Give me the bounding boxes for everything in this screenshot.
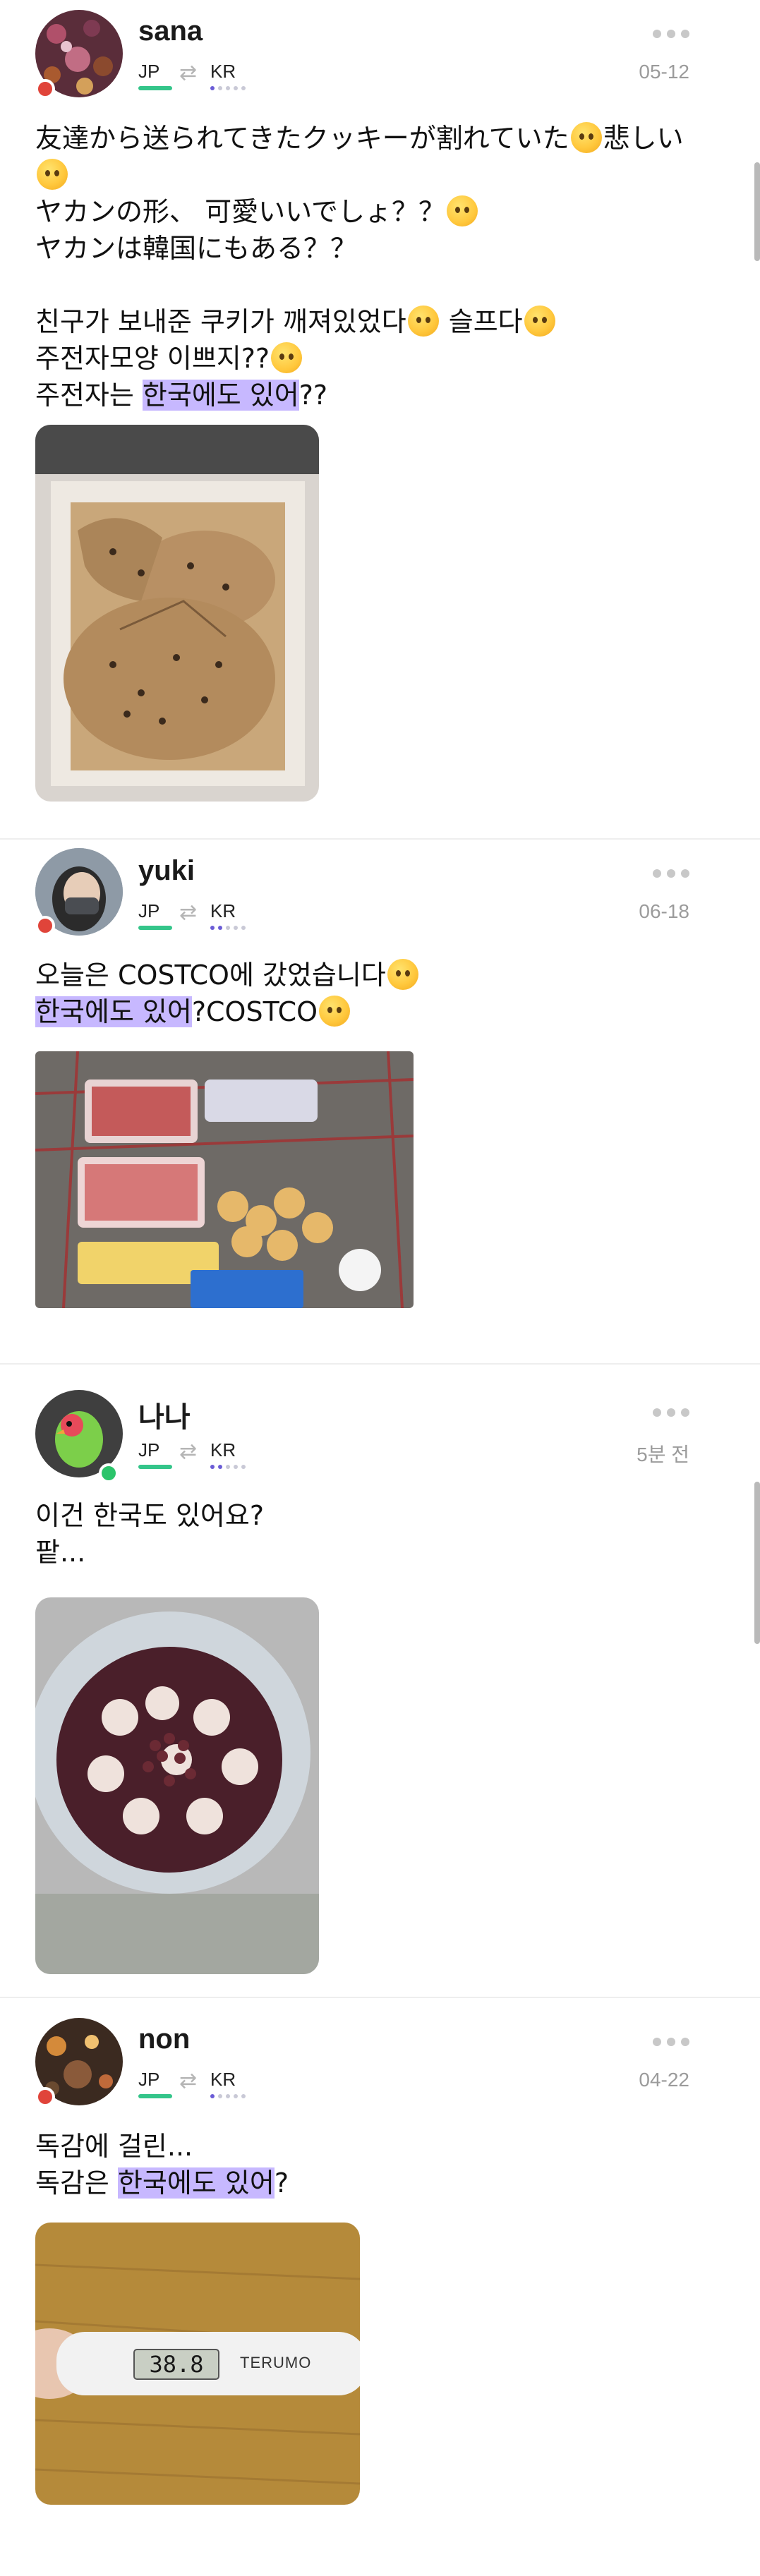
lang-to: KR (210, 61, 236, 82)
lang-from: JP (138, 900, 160, 921)
crying-face-icon (570, 122, 602, 153)
smiling-face-with-hearts-icon (446, 195, 478, 226)
more-options-icon[interactable] (653, 2038, 689, 2048)
jp-level-bar (138, 926, 172, 930)
post-image-thermometer[interactable]: 38.8 TERUMO (35, 2223, 360, 2505)
smiling-face-icon (319, 996, 351, 1027)
post-text: 이건 한국도 있어요? 팥... (35, 1500, 265, 1568)
presence-dot (99, 1463, 119, 1483)
thermometer-brand: TERUMO (240, 2354, 312, 2371)
lang-to: KR (210, 1439, 236, 1461)
presence-dot (35, 916, 55, 936)
post-divider (0, 1997, 760, 1998)
swap-icon: ⇄ (179, 2069, 198, 2093)
swap-icon: ⇄ (179, 61, 198, 85)
jp-level-bar (138, 86, 172, 90)
lang-to: KR (210, 2069, 236, 2090)
lang-to: KR (210, 900, 236, 921)
post-divider (0, 838, 760, 840)
scrollbar[interactable] (754, 1482, 760, 1644)
username[interactable]: non (138, 2024, 190, 2055)
presence-dot (35, 79, 55, 99)
highlighted-phrase[interactable]: 한국에도 있어 (117, 2167, 275, 2199)
lang-from: JP (138, 1439, 160, 1461)
kr-level-dots (210, 926, 253, 930)
pleading-face-icon (37, 159, 68, 190)
jp-level-bar (138, 1465, 172, 1469)
username[interactable]: sana (138, 16, 203, 47)
pleading-face-icon (524, 306, 555, 337)
post-text: 독감에 걸린... 독감은 한국에도 있어? (35, 2131, 289, 2199)
lang-from: JP (138, 2069, 160, 2090)
lang-from: JP (138, 61, 160, 82)
post-divider (0, 1363, 760, 1365)
post-text: 友達から送られてきたクッキーが割れていた 悲しい ヤカンの形、 可愛いいでしょ？？… (35, 122, 684, 411)
crying-face-icon (407, 306, 439, 337)
post-date: 06-18 (639, 900, 689, 922)
post-date: 5분 전 (637, 1444, 689, 1465)
more-options-icon[interactable] (653, 30, 689, 40)
post-date: 04-22 (639, 2069, 689, 2091)
kr-level-dots (210, 1465, 253, 1469)
scrollbar[interactable] (754, 162, 760, 261)
more-options-icon[interactable] (653, 1408, 689, 1418)
post-image-costco[interactable] (35, 1051, 414, 1308)
post-image-red-bean-soup[interactable] (35, 1597, 319, 1974)
kr-level-dots (210, 2094, 253, 2098)
swap-icon: ⇄ (179, 900, 198, 925)
jp-level-bar (138, 2094, 172, 2098)
presence-dot (35, 2087, 55, 2107)
kr-level-dots (210, 86, 253, 90)
highlighted-phrase[interactable]: 한국에도 있어 (35, 996, 192, 1027)
swap-icon: ⇄ (179, 1439, 198, 1464)
grinning-face-icon (387, 959, 418, 990)
username[interactable]: yuki (138, 855, 195, 887)
smiling-face-with-hearts-icon (271, 342, 303, 373)
highlighted-phrase[interactable]: 한국에도 있어 (142, 380, 299, 411)
username[interactable]: 나나 (138, 1394, 191, 1435)
more-options-icon[interactable] (653, 869, 689, 879)
post-image-cookie[interactable] (35, 425, 319, 802)
post-text: 오늘은 COSTCO에 갔었습니다 한국에도 있어?COSTCO (35, 957, 699, 1030)
post-date: 05-12 (639, 61, 689, 83)
thermometer-reading: 38.8 (149, 2351, 204, 2378)
